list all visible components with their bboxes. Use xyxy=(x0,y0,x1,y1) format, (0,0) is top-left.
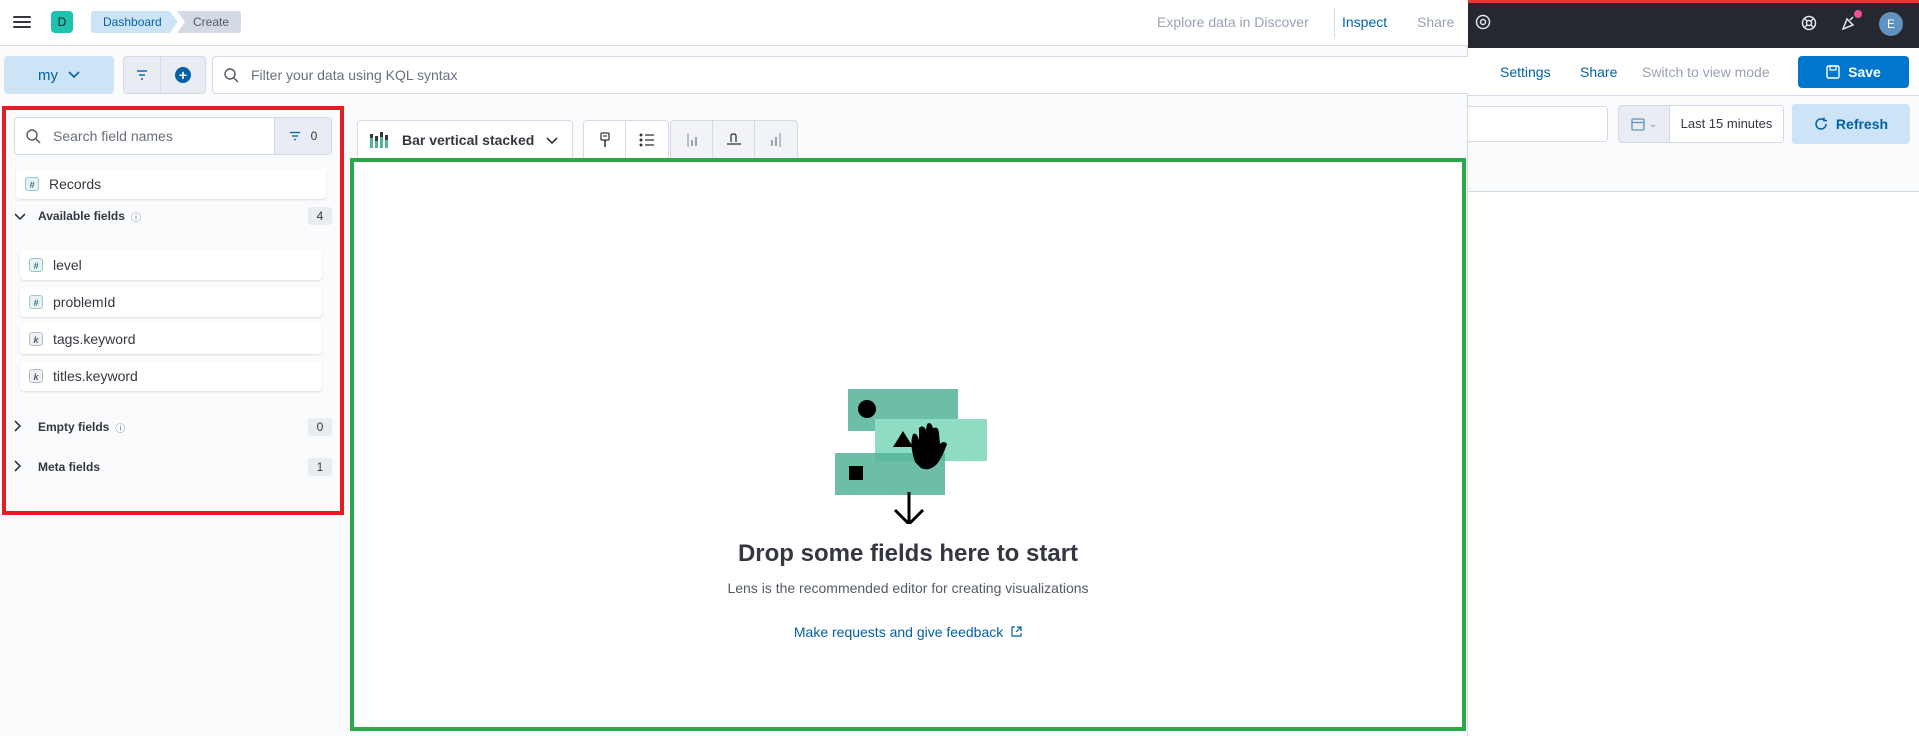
kql-search-box xyxy=(212,56,1468,94)
dashboard-query-input[interactable] xyxy=(1468,106,1608,142)
info-icon[interactable]: ⓘ xyxy=(115,420,125,435)
breadcrumb-create: Create xyxy=(177,11,242,33)
save-label: Save xyxy=(1848,64,1881,80)
chart-type-switcher[interactable]: Bar vertical stacked xyxy=(357,120,573,160)
notification-dot xyxy=(1854,10,1862,18)
list-icon xyxy=(639,133,654,147)
available-fields-count: 4 xyxy=(308,207,332,225)
field-filter-count: 0 xyxy=(310,129,318,143)
switch-view-mode-link[interactable]: Switch to view mode xyxy=(1642,64,1770,80)
field-tags-keyword[interactable]: k tags.keyword xyxy=(20,324,322,354)
field-titles-keyword[interactable]: k titles.keyword xyxy=(20,361,322,391)
brush-icon xyxy=(599,132,610,147)
field-name: problemId xyxy=(53,294,116,310)
settings-link[interactable]: Settings xyxy=(1500,64,1551,80)
meta-fields-section[interactable]: Meta fields 1 xyxy=(14,455,332,479)
chevron-down-icon xyxy=(546,133,558,148)
meta-fields-label: Meta fields xyxy=(38,460,101,474)
axis-tools xyxy=(670,120,798,160)
field-search-box: 0 xyxy=(14,117,332,155)
chevron-down-icon xyxy=(14,209,30,224)
help-icon[interactable] xyxy=(1801,15,1817,36)
query-bar: my + xyxy=(0,46,1468,104)
filter-icon xyxy=(137,70,147,80)
visual-options-button[interactable] xyxy=(584,121,626,159)
field-records[interactable]: # Records xyxy=(16,169,326,199)
bar-vertical-stacked-icon xyxy=(370,132,388,148)
dashboard-share-link[interactable]: Share xyxy=(1580,64,1617,80)
refresh-label: Refresh xyxy=(1835,116,1889,132)
left-axis-icon xyxy=(686,133,697,147)
left-axis-button[interactable] xyxy=(671,121,713,159)
refresh-icon xyxy=(1815,117,1827,130)
bottom-axis-icon xyxy=(726,133,741,145)
keyword-type-icon: k xyxy=(29,332,43,346)
lens-workspace-dropzone[interactable]: Drop some fields here to start Lens is t… xyxy=(350,158,1466,731)
empty-fields-section[interactable]: Empty fields ⓘ 0 xyxy=(14,415,332,439)
number-type-icon: # xyxy=(29,295,43,309)
lens-header: D Dashboard Create Explore data in Disco… xyxy=(0,0,1468,46)
refresh-button[interactable]: Refresh xyxy=(1792,104,1910,144)
save-icon xyxy=(1826,65,1840,79)
right-axis-button[interactable] xyxy=(755,121,797,159)
chevron-down-icon: ⌄ xyxy=(1648,118,1658,130)
kql-input[interactable] xyxy=(251,57,1451,93)
filter-menu-button[interactable] xyxy=(123,56,161,94)
app-logo[interactable]: D xyxy=(51,11,73,33)
number-type-icon: # xyxy=(25,177,39,191)
filter-icon xyxy=(289,131,300,141)
inspect-link[interactable]: Inspect xyxy=(1342,14,1387,30)
field-name: Records xyxy=(49,176,102,192)
breadcrumb-dashboard[interactable]: Dashboard xyxy=(91,11,178,33)
appearance-tools xyxy=(583,120,669,160)
field-name: level xyxy=(53,257,82,273)
user-avatar[interactable]: E xyxy=(1879,12,1903,36)
field-problemid[interactable]: # problemId xyxy=(20,287,322,317)
available-fields-label: Available fields xyxy=(38,209,125,223)
date-range-display[interactable]: Last 15 minutes xyxy=(1670,105,1784,143)
field-name: titles.keyword xyxy=(53,368,138,384)
available-fields-section[interactable]: Available fields ⓘ 4 xyxy=(14,204,332,228)
field-name: tags.keyword xyxy=(53,331,136,347)
chevron-right-icon xyxy=(14,419,30,435)
field-search-input[interactable] xyxy=(53,118,223,154)
menu-icon[interactable] xyxy=(13,13,31,31)
workspace-empty-subtitle: Lens is the recommended editor for creat… xyxy=(727,580,1089,596)
search-icon xyxy=(224,68,239,83)
help-icon[interactable] xyxy=(1474,14,1492,32)
chevron-down-icon xyxy=(68,71,80,79)
chevron-right-icon xyxy=(14,459,30,475)
chart-type-label: Bar vertical stacked xyxy=(402,132,535,148)
save-button[interactable]: Save xyxy=(1798,56,1909,88)
meta-fields-count: 1 xyxy=(308,458,332,476)
empty-fields-count: 0 xyxy=(308,418,332,436)
date-quick-menu-button[interactable]: ⌄ xyxy=(1618,105,1670,143)
field-type-filter-button[interactable]: 0 xyxy=(274,118,331,154)
field-level[interactable]: # level xyxy=(20,250,322,280)
search-icon xyxy=(26,129,41,144)
share-link[interactable]: Share xyxy=(1417,14,1454,30)
info-icon[interactable]: ⓘ xyxy=(131,209,141,224)
newsfeed-icon[interactable] xyxy=(1841,15,1857,36)
data-view-picker[interactable]: my xyxy=(4,56,114,94)
header-divider xyxy=(1334,8,1335,38)
data-view-name: my xyxy=(38,66,58,84)
calendar-icon xyxy=(1631,118,1645,131)
number-type-icon: # xyxy=(29,258,43,272)
external-link-icon xyxy=(1011,626,1022,637)
keyword-type-icon: k xyxy=(29,369,43,383)
explore-discover-link[interactable]: Explore data in Discover xyxy=(1157,14,1309,30)
workspace-empty-title: Drop some fields here to start xyxy=(737,540,1079,567)
drop-fields-illustration xyxy=(835,389,987,524)
plus-icon: + xyxy=(175,67,191,83)
field-list-panel: 0 # Records Available fields ⓘ 4 # level… xyxy=(2,106,344,515)
empty-fields-label: Empty fields xyxy=(38,420,110,434)
legend-settings-button[interactable] xyxy=(626,121,668,159)
add-filter-button[interactable]: + xyxy=(161,56,206,94)
lens-editor-flyout: D Dashboard Create Explore data in Disco… xyxy=(0,0,1468,736)
right-axis-icon xyxy=(771,133,781,147)
bottom-axis-button[interactable] xyxy=(713,121,755,159)
feedback-link[interactable]: Make requests and give feedback xyxy=(354,624,1462,640)
feedback-link-label: Make requests and give feedback xyxy=(793,624,1004,640)
